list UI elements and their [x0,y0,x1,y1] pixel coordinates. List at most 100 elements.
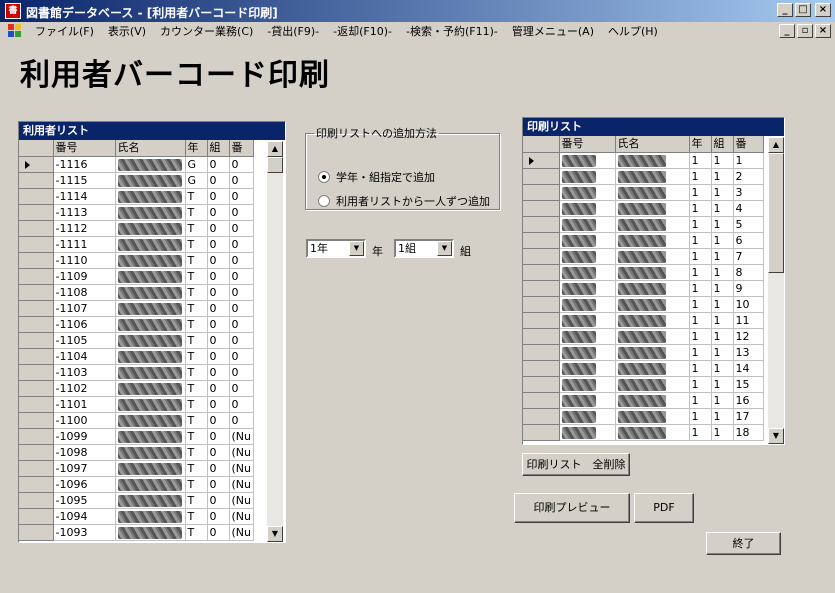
row-header[interactable] [19,300,54,317]
cell-year[interactable]: 1 [689,280,712,297]
cell-year[interactable]: 1 [689,392,712,409]
cell-year[interactable]: T [185,412,208,429]
cell-number[interactable]: -1102 [53,380,116,397]
mdi-restore-button[interactable]: ▫ [797,24,813,38]
cell-class[interactable]: 1 [711,376,734,393]
cell-year[interactable]: T [185,268,208,285]
cell-seat[interactable]: 1 [733,152,764,169]
cell-class[interactable]: 0 [207,252,230,269]
cell-class[interactable]: 1 [711,344,734,361]
table-row[interactable]: 1 1 10 [523,296,764,313]
cell-seat[interactable]: 9 [733,280,764,297]
table-row[interactable]: -1096 T 0 (Nu [19,476,254,493]
cell-seat[interactable]: 0 [229,268,254,285]
table-row[interactable]: 1 1 16 [523,392,764,409]
close-button[interactable]: × [815,3,831,17]
cell-class[interactable]: 1 [711,280,734,297]
cell-year[interactable]: T [185,300,208,317]
cell-class[interactable]: 0 [207,316,230,333]
cell-seat[interactable]: (Nu [229,428,254,445]
row-header[interactable] [19,492,54,509]
cell-seat[interactable]: 0 [229,204,254,221]
table-row[interactable]: 118 [523,264,764,281]
cell-year[interactable]: 1 [689,312,712,329]
cell-number[interactable] [559,392,616,409]
cell-name[interactable] [615,312,690,329]
scroll-up-icon[interactable]: ▲ [768,137,784,153]
menu-search-reserve[interactable]: -検索・予約(F11)- [399,23,505,39]
cell-year[interactable]: 1 [689,264,712,281]
cell-year[interactable]: G [185,156,208,173]
cell-seat[interactable]: 0 [229,284,254,301]
cell-class[interactable]: 0 [207,492,230,509]
cell-number[interactable] [559,376,616,393]
cell-year[interactable]: T [185,236,208,253]
row-header[interactable] [523,200,560,217]
table-row[interactable]: 114 [523,200,764,217]
cell-name[interactable] [115,348,186,365]
table-row[interactable]: -1115 G 0 0 [19,172,254,189]
row-header[interactable] [523,168,560,185]
cell-name[interactable] [615,328,690,345]
cell-year[interactable]: T [185,204,208,221]
mdi-minimize-button[interactable]: _ [779,24,795,38]
row-header[interactable] [523,424,560,441]
mdi-close-button[interactable]: × [815,24,831,38]
row-header[interactable] [19,460,54,477]
radio-add-one-by-one[interactable]: 利用者リストから一人ずつ追加 [318,193,490,209]
cell-number[interactable] [559,312,616,329]
cell-name[interactable] [115,284,186,301]
cell-class[interactable]: 0 [207,460,230,477]
table-row[interactable]: 116 [523,232,764,249]
cell-name[interactable] [115,204,186,221]
table-row[interactable]: 119 [523,280,764,297]
cell-name[interactable] [615,232,690,249]
cell-year[interactable]: 1 [689,376,712,393]
cell-class[interactable]: 1 [711,312,734,329]
cell-year[interactable]: 1 [689,360,712,377]
cell-seat[interactable]: 0 [229,380,254,397]
cell-number[interactable]: -1095 [53,492,116,509]
cell-number[interactable]: -1116 [53,156,116,173]
cell-number[interactable] [559,152,616,169]
cell-number[interactable]: -1114 [53,188,116,205]
exit-button[interactable]: 終了 [706,532,781,555]
cell-name[interactable] [115,412,186,429]
row-header[interactable] [19,236,54,253]
cell-class[interactable]: 0 [207,236,230,253]
row-header[interactable] [523,376,560,393]
col-header-seat[interactable]: 番 [733,136,764,153]
cell-class[interactable]: 1 [711,216,734,233]
menu-file[interactable]: ファイル(F) [28,23,101,39]
cell-year[interactable]: 1 [689,408,712,425]
cell-class[interactable]: 0 [207,220,230,237]
row-header[interactable] [19,364,54,381]
clear-print-list-button[interactable]: 印刷リスト 全削除 [522,453,630,476]
row-header[interactable] [523,216,560,233]
cell-year[interactable]: T [185,396,208,413]
cell-class[interactable]: 1 [711,328,734,345]
cell-class[interactable]: 1 [711,424,734,441]
grade-select[interactable]: 1年 ▼ [306,239,366,258]
cell-name[interactable] [115,460,186,477]
cell-year[interactable]: 1 [689,232,712,249]
cell-class[interactable]: 0 [207,284,230,301]
cell-number[interactable] [559,424,616,441]
row-header[interactable] [19,284,54,301]
cell-seat[interactable]: 0 [229,252,254,269]
cell-name[interactable] [615,184,690,201]
cell-seat[interactable]: (Nu [229,508,254,525]
row-header[interactable] [19,316,54,333]
table-row[interactable]: -1105 T 0 0 [19,332,254,349]
cell-year[interactable]: T [185,188,208,205]
cell-number[interactable] [559,360,616,377]
cell-name[interactable] [115,156,186,173]
row-header[interactable] [19,332,54,349]
cell-seat[interactable]: 3 [733,184,764,201]
cell-class[interactable]: 1 [711,232,734,249]
menu-view[interactable]: 表示(V) [101,23,153,39]
cell-seat[interactable]: 12 [733,328,764,345]
scroll-thumb[interactable] [768,153,784,273]
cell-number[interactable]: -1096 [53,476,116,493]
cell-year[interactable]: 1 [689,168,712,185]
